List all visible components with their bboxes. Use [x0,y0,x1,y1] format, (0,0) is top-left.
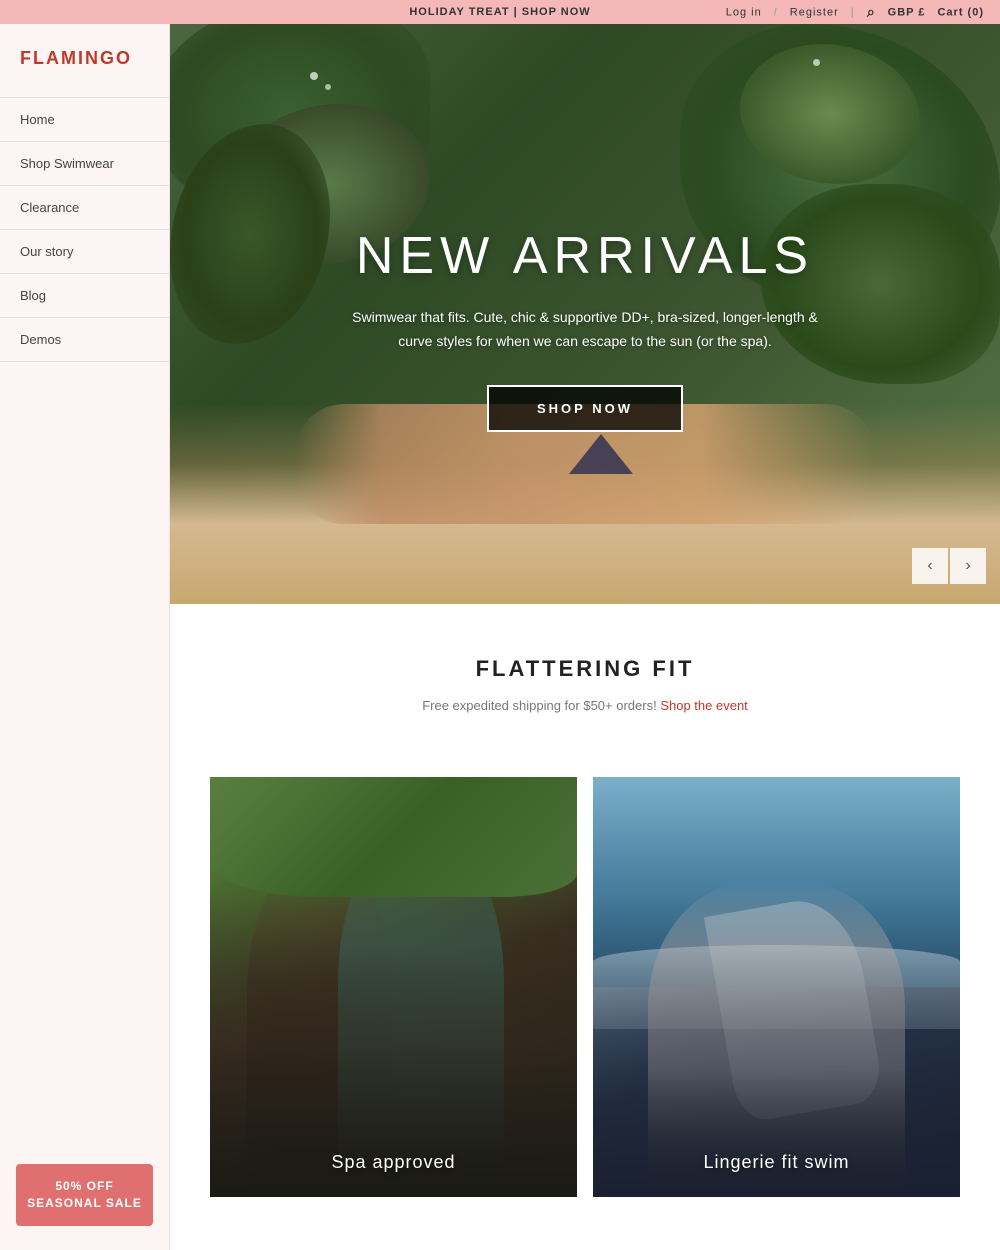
page-layout: FLAMINGO Home Shop Swimwear Clearance Ou… [0,24,1000,1250]
sidebar-item-clearance[interactable]: Clearance [0,186,169,230]
sidebar: FLAMINGO Home Shop Swimwear Clearance Ou… [0,24,170,1250]
product-label-spa: Spa approved [210,1152,577,1173]
login-link[interactable]: Log in [726,6,762,18]
hero-title: NEW ARRIVALS [356,226,814,286]
flattering-fit-section: FLATTERING FIT Free expedited shipping f… [170,604,1000,753]
sidebar-item-blog[interactable]: Blog [0,274,169,318]
announcement-text: HOLIDAY TREAT | SHOP NOW [409,6,590,18]
carousel-prev-button[interactable]: ‹ [912,548,948,584]
seasonal-sale-button[interactable]: 50% OFF SEASONAL SALE [16,1164,153,1226]
product-grid: Spa approved Lingerie fit swim [170,753,1000,1197]
search-icon[interactable]: ⌕ [867,4,876,21]
sidebar-item-shop-swimwear[interactable]: Shop Swimwear [0,142,169,186]
announcement-bar: HOLIDAY TREAT | SHOP NOW Log in / Regist… [0,0,1000,24]
product-card-spa[interactable]: Spa approved [210,777,577,1197]
shop-event-link[interactable]: Shop the event [660,698,747,713]
cart-button[interactable]: Cart (0) [937,6,984,18]
carousel-next-button[interactable]: › [950,548,986,584]
main-content: NEW ARRIVALS Swimwear that fits. Cute, c… [170,24,1000,1250]
card-overlay-1 [210,817,577,1197]
currency-selector[interactable]: GBP £ [888,6,926,18]
site-logo[interactable]: FLAMINGO [0,48,169,97]
hero-cta-button[interactable]: SHOP NOW [487,385,683,432]
flattering-promo: Free expedited shipping for $50+ orders!… [210,698,960,713]
sidebar-item-our-story[interactable]: Our story [0,230,169,274]
sidebar-item-demos[interactable]: Demos [0,318,169,362]
hero-subtitle: Swimwear that fits. Cute, chic & support… [345,306,825,354]
sidebar-nav: Home Shop Swimwear Clearance Our story B… [0,97,169,1136]
register-link[interactable]: Register [790,6,839,18]
hero-section: NEW ARRIVALS Swimwear that fits. Cute, c… [170,24,1000,604]
top-right-nav: Log in / Register | ⌕ GBP £ Cart (0) [726,4,984,21]
product-label-lingerie: Lingerie fit swim [593,1152,960,1173]
sidebar-item-home[interactable]: Home [0,97,169,142]
card-overlay-2 [593,817,960,1197]
hero-text-overlay: NEW ARRIVALS Swimwear that fits. Cute, c… [170,24,1000,604]
product-card-lingerie[interactable]: Lingerie fit swim [593,777,960,1197]
flattering-title: FLATTERING FIT [210,656,960,682]
